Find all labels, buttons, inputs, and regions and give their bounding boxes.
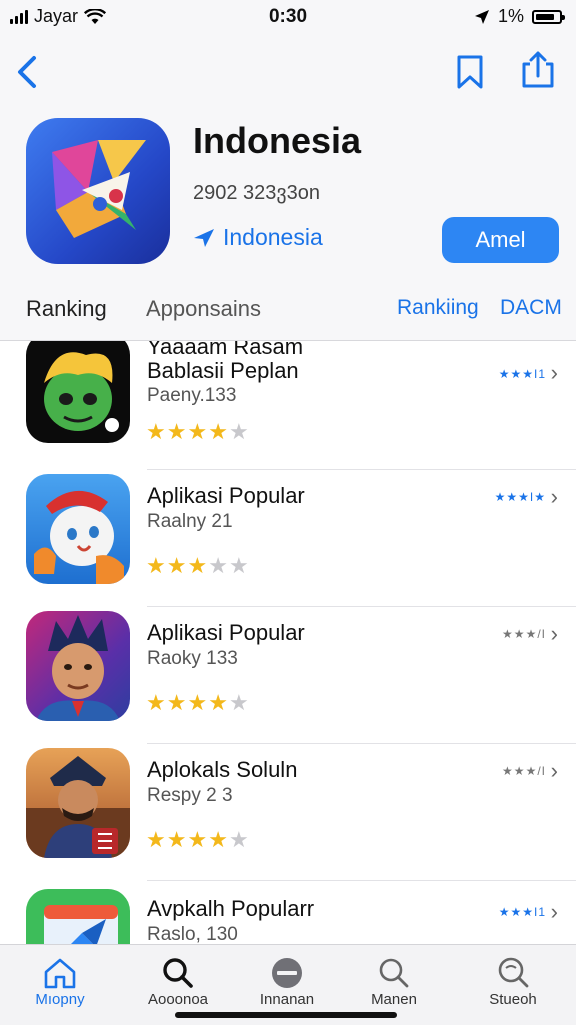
search-icon <box>498 957 529 988</box>
back-chevron-icon[interactable] <box>12 52 44 92</box>
app-name-line2: Bablasii Peplan <box>147 358 299 383</box>
star-icon: ★ <box>228 690 250 715</box>
app-thumbnail <box>26 748 130 858</box>
app-thumbnail <box>26 889 130 944</box>
app-title: Indonesia <box>193 120 362 161</box>
rating-stars: ★★★★★ <box>146 827 250 853</box>
list-item[interactable]: Avpkalh Popularr Raslo, 130 ★★★I1 › <box>0 881 576 944</box>
star-icon: ★ <box>208 419 229 444</box>
list-item[interactable]: Aplikasi Popular Raalny 21 ★★★★★ ★★★I★ › <box>0 470 576 607</box>
app-name: Aplikasi Popular <box>147 620 305 645</box>
app-name: Avpkalh Popularr <box>147 896 315 921</box>
tab-stueoh[interactable]: Stueoh <box>463 955 563 1008</box>
carrier-name: Jayar <box>34 6 79 26</box>
mini-rating: ★★★I1 <box>498 367 546 381</box>
chevron-right-icon: › <box>550 758 558 783</box>
tab-label: Innanan <box>259 991 315 1008</box>
mini-rating: ★★★I1 <box>498 905 546 919</box>
chevron-right-icon: › <box>550 484 558 509</box>
search-icon <box>163 958 193 988</box>
battery-icon <box>532 9 565 24</box>
star-icon: ★ <box>166 827 188 852</box>
home-icon <box>44 958 76 989</box>
tab-apps[interactable]: Apponsains <box>146 296 261 322</box>
rating-stars: ★★★★★ <box>146 553 250 579</box>
star-icon: ★ <box>166 419 188 444</box>
app-name: Yaaaam Rasam <box>147 341 304 359</box>
rating-stars: ★★★★★ <box>146 690 250 716</box>
wifi-icon <box>84 8 107 24</box>
list-item[interactable]: Aplikasi Popular Raoky 133 ★★★★★ ★★★/I › <box>0 607 576 744</box>
star-icon: ★ <box>187 690 209 715</box>
app-meta: Raoky 133 <box>147 648 238 669</box>
app-name: Aplikasi Popular <box>147 483 305 508</box>
get-button[interactable]: Amel <box>442 217 559 263</box>
app-meta: Respy 2 3 <box>147 785 233 806</box>
star-icon: ★ <box>187 553 209 578</box>
carrier: Jayar <box>10 6 107 27</box>
star-icon: ★ <box>166 690 188 715</box>
bookmark-icon[interactable] <box>452 54 488 90</box>
arrow-icon <box>194 228 214 247</box>
star-icon: ★ <box>208 827 229 852</box>
tab-innanan[interactable]: Innanan <box>237 955 337 1008</box>
tab-ranking[interactable]: Ranking <box>26 296 107 322</box>
developer-link[interactable]: Indonesia <box>193 224 323 251</box>
tab-label: Aooonoa <box>147 991 209 1008</box>
chevron-right-icon: › <box>550 899 558 924</box>
list-item[interactable]: Aplokals Soluln Respy 2 3 ★★★★★ ★★★/I › <box>0 744 576 881</box>
tab-home[interactable]: Mıopny <box>10 955 110 1008</box>
ranking-link[interactable]: Rankiing <box>397 296 479 320</box>
star-icon: ★ <box>146 553 167 578</box>
dacm-link[interactable]: DACM <box>500 296 562 320</box>
app-meta: Paeny.133 <box>147 385 237 406</box>
star-icon: ★ <box>187 419 209 444</box>
signal-icon <box>10 9 28 24</box>
battery-percent: 1% <box>497 6 524 26</box>
tab-label: Stueoh <box>489 991 537 1008</box>
star-icon: ★ <box>208 690 229 715</box>
star-icon: ★ <box>187 827 209 852</box>
rating-stars: ★★★★★ <box>146 419 250 445</box>
star-icon: ★ <box>146 419 167 444</box>
app-name: Aplokals Soluln <box>147 757 298 782</box>
app-meta: Raalny 21 <box>147 511 233 532</box>
location-arrow-icon <box>474 9 489 24</box>
app-meta: Raslo, 130 <box>147 924 238 944</box>
chevron-right-icon: › <box>550 621 558 646</box>
tab-label: Manen <box>371 991 417 1008</box>
tab-manen[interactable]: Manen <box>344 955 444 1008</box>
app-icon <box>26 118 170 264</box>
developer-name: Indonesia <box>223 224 323 250</box>
tab-search[interactable]: Aooonoa <box>128 955 228 1008</box>
app-thumbnail <box>26 474 130 584</box>
status-right: 1% <box>474 6 565 27</box>
search-icon <box>379 958 409 988</box>
app-thumbnail <box>26 611 130 721</box>
share-icon[interactable] <box>520 50 556 90</box>
tab-label: Mıopny <box>35 991 85 1008</box>
app-list: Yaaaam Rasam Bablasii Peplan Paeny.133 ★… <box>0 341 576 944</box>
chevron-right-icon: › <box>550 360 558 385</box>
home-indicator[interactable] <box>175 1012 397 1018</box>
star-icon: ★ <box>166 553 188 578</box>
star-icon: ★ <box>228 827 250 852</box>
app-subtitle: 2902 323ვ3on <box>193 182 321 204</box>
mini-rating: ★★★/I <box>502 627 546 641</box>
list-item[interactable]: Yaaaam Rasam Bablasii Peplan Paeny.133 ★… <box>0 341 576 470</box>
star-icon: ★ <box>146 690 167 715</box>
minus-circle-icon <box>272 958 302 988</box>
star-icon: ★ <box>228 553 250 578</box>
status-bar: Jayar 0:30 1% <box>0 0 576 34</box>
app-thumbnail <box>26 341 130 443</box>
mini-rating: ★★★/I <box>502 764 546 778</box>
star-icon: ★ <box>208 553 229 578</box>
mini-rating: ★★★I★ <box>494 490 546 504</box>
star-icon: ★ <box>228 419 250 444</box>
star-icon: ★ <box>146 827 167 852</box>
